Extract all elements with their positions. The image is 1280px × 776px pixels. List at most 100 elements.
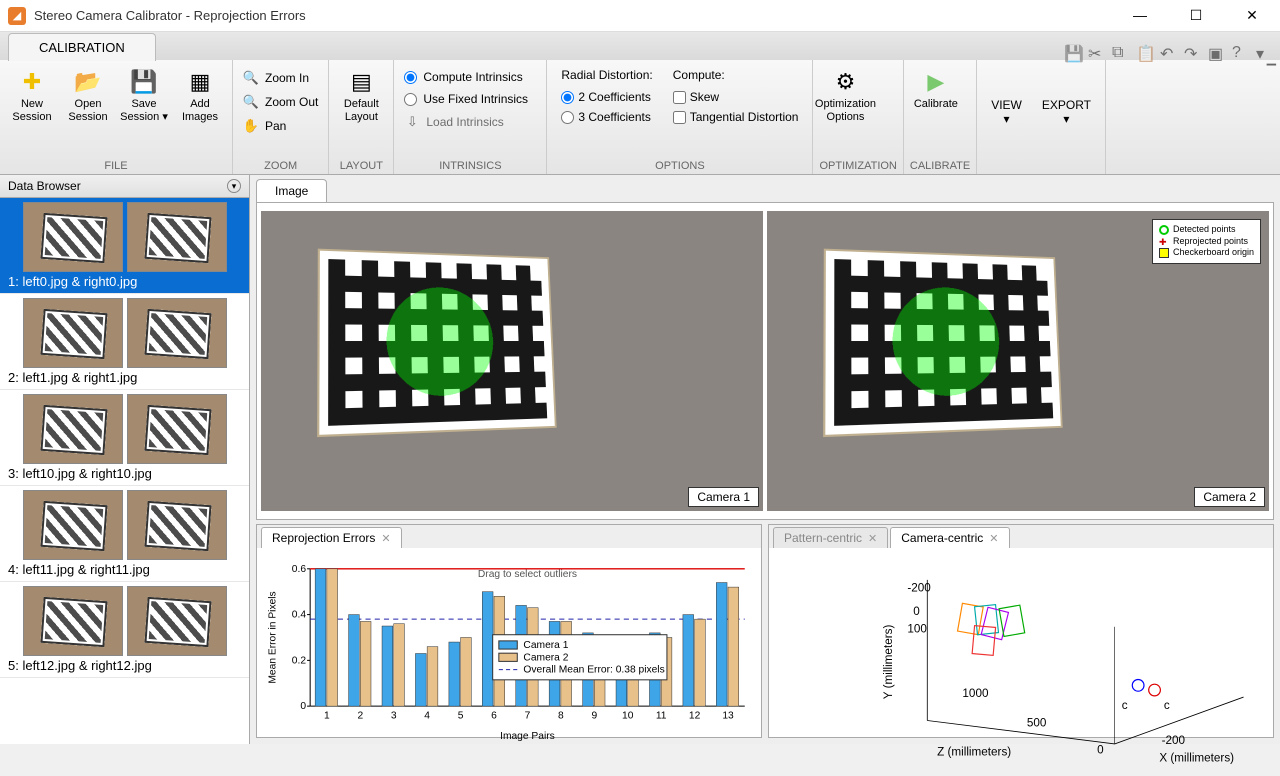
svg-text:500: 500 bbox=[1027, 716, 1047, 729]
svg-text:Y (millimeters): Y (millimeters) bbox=[882, 625, 895, 700]
image-pair-item[interactable]: 4: left11.jpg & right11.jpg bbox=[0, 486, 249, 582]
cut-icon[interactable]: ✂ bbox=[1088, 44, 1104, 60]
svg-text:2: 2 bbox=[357, 710, 363, 721]
reprojection-bar-chart[interactable]: 00.20.40.612345678910111213Image PairsMe… bbox=[263, 554, 755, 744]
app-logo-icon: ◢ bbox=[8, 7, 26, 25]
collapse-ribbon-icon[interactable]: ▾ bbox=[1256, 44, 1272, 60]
help-icon[interactable]: ? bbox=[1232, 44, 1248, 60]
window-icon[interactable]: ▣ bbox=[1208, 44, 1224, 60]
checker-plus-icon: ▦ bbox=[186, 68, 214, 96]
svg-text:12: 12 bbox=[689, 710, 701, 721]
image-tab-row: Image bbox=[250, 175, 1280, 202]
view-dropdown[interactable]: VIEW▾ bbox=[983, 94, 1030, 130]
calibrate-button[interactable]: ▶ Calibrate bbox=[910, 66, 962, 113]
svg-text:Image Pairs: Image Pairs bbox=[500, 731, 555, 742]
reprojection-errors-panel: Reprojection Errors✕ 00.20.40.6123456789… bbox=[256, 524, 762, 738]
window-title: Stereo Camera Calibrator - Reprojection … bbox=[34, 8, 1120, 23]
export-dropdown[interactable]: EXPORT▾ bbox=[1034, 94, 1099, 130]
open-session-button[interactable]: 📂 Open Session bbox=[62, 66, 114, 126]
svg-text:13: 13 bbox=[722, 710, 734, 721]
ribbon-minimize-icon[interactable]: ▔ bbox=[1267, 64, 1276, 78]
data-browser-header: Data Browser ▾ bbox=[0, 175, 249, 198]
svg-text:1000: 1000 bbox=[962, 687, 989, 700]
svg-text:Drag to select outliers: Drag to select outliers bbox=[478, 569, 577, 580]
tab-pattern-centric[interactable]: Pattern-centric✕ bbox=[773, 527, 888, 548]
svg-text:c: c bbox=[1122, 699, 1128, 712]
pair-label: 4: left11.jpg & right11.jpg bbox=[4, 562, 245, 577]
svg-text:0.6: 0.6 bbox=[292, 564, 307, 575]
load-intrinsics-button[interactable]: ⇩Load Intrinsics bbox=[400, 112, 540, 132]
save-icon: 💾 bbox=[130, 68, 158, 96]
skew-checkbox[interactable]: Skew bbox=[673, 90, 799, 104]
close-button[interactable]: ✕ bbox=[1232, 7, 1272, 24]
pan-button[interactable]: ✋Pan bbox=[239, 116, 322, 136]
redo-icon[interactable]: ↷ bbox=[1184, 44, 1200, 60]
camera2-view[interactable]: Camera 2 Detected points ✚Reprojected po… bbox=[767, 211, 1269, 511]
zoom-in-button[interactable]: 🔍Zoom In bbox=[239, 68, 322, 88]
compute-intrinsics-radio[interactable]: Compute Intrinsics bbox=[400, 68, 540, 86]
svg-text:3: 3 bbox=[391, 710, 397, 721]
image-pair-item[interactable]: 3: left10.jpg & right10.jpg bbox=[0, 390, 249, 486]
thumbnail-left bbox=[23, 586, 123, 656]
thumbnail-right bbox=[127, 586, 227, 656]
use-fixed-intrinsics-radio[interactable]: Use Fixed Intrinsics bbox=[400, 90, 540, 108]
compute-block: Compute: Skew Tangential Distortion bbox=[665, 66, 807, 126]
import-icon: ⇩ bbox=[404, 114, 420, 130]
svg-text:4: 4 bbox=[424, 710, 430, 721]
tab-calibration[interactable]: CALIBRATION bbox=[8, 33, 156, 61]
radial-distortion-block: Radial Distortion: 2 Coefficients 3 Coef… bbox=[553, 66, 660, 126]
svg-text:c: c bbox=[1164, 699, 1170, 712]
svg-text:9: 9 bbox=[591, 710, 597, 721]
image-area: Camera 1 Camera 2 Detected points ✚Repro… bbox=[256, 202, 1274, 520]
three-coeff-radio[interactable]: 3 Coefficients bbox=[561, 110, 652, 124]
panel-menu-icon[interactable]: ▾ bbox=[227, 179, 241, 193]
two-coeff-radio[interactable]: 2 Coefficients bbox=[561, 90, 652, 104]
svg-text:0.2: 0.2 bbox=[292, 655, 307, 666]
close-icon[interactable]: ✕ bbox=[989, 532, 998, 545]
undo-icon[interactable]: ↶ bbox=[1160, 44, 1176, 60]
camera1-view[interactable]: Camera 1 bbox=[261, 211, 763, 511]
image-pair-item[interactable]: 5: left12.jpg & right12.jpg bbox=[0, 582, 249, 678]
image-pair-list[interactable]: 1: left0.jpg & right0.jpg 2: left1.jpg & … bbox=[0, 198, 249, 744]
svg-text:1: 1 bbox=[324, 710, 330, 721]
svg-text:-200: -200 bbox=[907, 582, 931, 595]
svg-text:0: 0 bbox=[1097, 743, 1104, 756]
pair-label: 2: left1.jpg & right1.jpg bbox=[4, 370, 245, 385]
group-zoom: 🔍Zoom In 🔍Zoom Out ✋Pan ZOOM bbox=[233, 60, 329, 174]
tab-reprojection-errors[interactable]: Reprojection Errors✕ bbox=[261, 527, 402, 548]
thumbnail-right bbox=[127, 394, 227, 464]
save-icon[interactable]: 💾 bbox=[1064, 44, 1080, 60]
thumbnail-right bbox=[127, 490, 227, 560]
save-session-button[interactable]: 💾 Save Session ▾ bbox=[118, 66, 170, 126]
gear-icon: ⚙ bbox=[831, 68, 859, 96]
tab-camera-centric[interactable]: Camera-centric✕ bbox=[890, 527, 1009, 548]
workspace: Data Browser ▾ 1: left0.jpg & right0.jpg… bbox=[0, 175, 1280, 744]
copy-icon[interactable]: ⧉ bbox=[1112, 44, 1128, 60]
svg-text:Overall Mean Error: 0.38 pixel: Overall Mean Error: 0.38 pixels bbox=[523, 665, 664, 676]
thumbnail-right bbox=[127, 202, 227, 272]
group-options: Radial Distortion: 2 Coefficients 3 Coef… bbox=[547, 60, 813, 174]
svg-text:100: 100 bbox=[907, 623, 927, 636]
image-pair-item[interactable]: 2: left1.jpg & right1.jpg bbox=[0, 294, 249, 390]
maximize-button[interactable]: ☐ bbox=[1176, 7, 1216, 24]
tab-image[interactable]: Image bbox=[256, 179, 327, 202]
layout-icon: ▤ bbox=[347, 68, 375, 96]
pair-label: 3: left10.jpg & right10.jpg bbox=[4, 466, 245, 481]
zoom-out-button[interactable]: 🔍Zoom Out bbox=[239, 92, 322, 112]
new-session-button[interactable]: ✚ New Session bbox=[6, 66, 58, 126]
paste-icon[interactable]: 📋 bbox=[1136, 44, 1152, 60]
camera-centric-plot[interactable]: Y (millimeters) Z (millimeters) X (milli… bbox=[769, 548, 1273, 776]
pair-label: 1: left0.jpg & right0.jpg bbox=[4, 274, 245, 289]
close-icon[interactable]: ✕ bbox=[868, 532, 877, 545]
data-browser-panel: Data Browser ▾ 1: left0.jpg & right0.jpg… bbox=[0, 175, 250, 744]
optimization-options-button[interactable]: ⚙ Optimization Options bbox=[819, 66, 871, 126]
close-icon[interactable]: ✕ bbox=[381, 532, 390, 545]
plus-icon: ✚ bbox=[18, 68, 46, 96]
play-icon: ▶ bbox=[922, 68, 950, 96]
tangential-checkbox[interactable]: Tangential Distortion bbox=[673, 110, 799, 124]
minimize-button[interactable]: — bbox=[1120, 7, 1160, 24]
svg-text:10: 10 bbox=[622, 710, 634, 721]
add-images-button[interactable]: ▦ Add Images bbox=[174, 66, 226, 126]
default-layout-button[interactable]: ▤ Default Layout bbox=[335, 66, 387, 126]
image-pair-item[interactable]: 1: left0.jpg & right0.jpg bbox=[0, 198, 249, 294]
